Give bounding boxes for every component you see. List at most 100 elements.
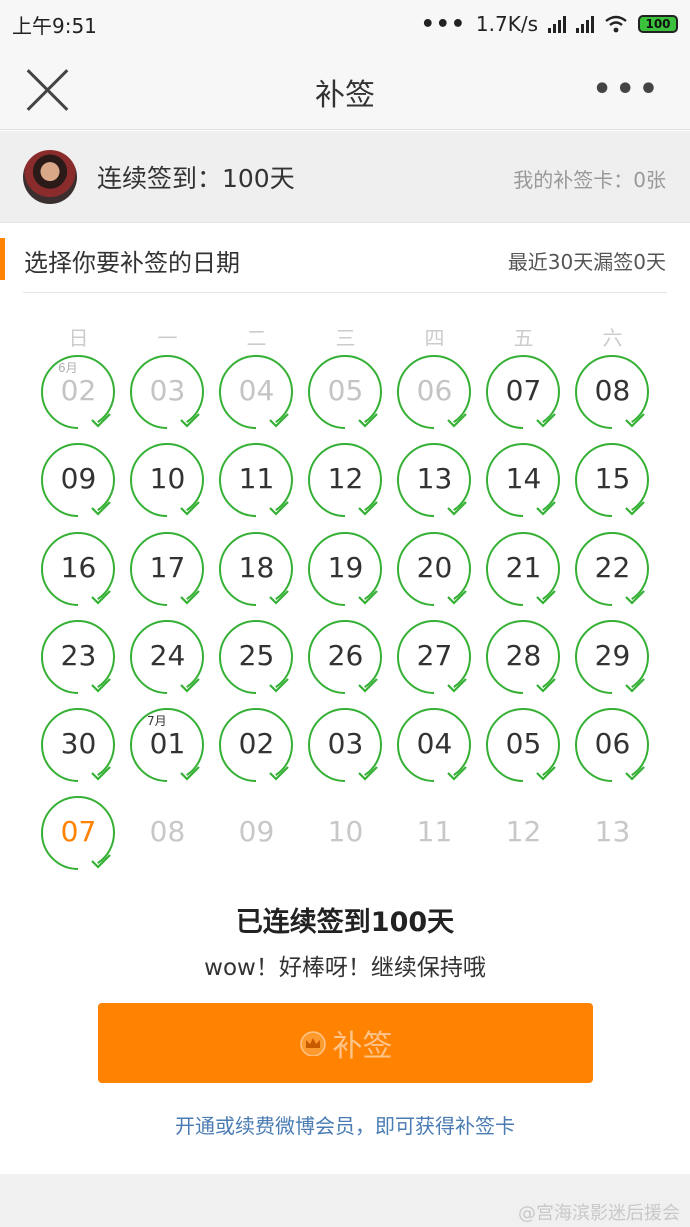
day-number: 19 xyxy=(327,550,364,584)
calendar-day[interactable]: 05 xyxy=(479,701,568,789)
calendar-grid: 6月 02 03 04 05 06 07 08 09 10 11 12 13 14 15 16 17 18 19 20… xyxy=(34,348,656,878)
day-number: 20 xyxy=(416,550,453,584)
calendar-day[interactable]: 15 xyxy=(568,436,657,524)
status-indicators: ••• 1.7K/s 100 xyxy=(421,12,678,37)
vip-link[interactable]: 开通或续费微博会员，即可获得补签卡 xyxy=(0,1110,690,1139)
calendar-day[interactable]: 19 xyxy=(301,525,390,613)
calendar-day[interactable]: 18 xyxy=(212,525,301,613)
streak-label: 连续签到：100天 xyxy=(97,164,295,193)
notification-dots-icon: ••• xyxy=(420,11,466,37)
day-number: 13 xyxy=(416,462,453,496)
calendar-day[interactable]: 21 xyxy=(479,525,568,613)
day-number: 26 xyxy=(327,638,364,672)
calendar-day[interactable]: 13 xyxy=(390,436,479,524)
day-number: 25 xyxy=(238,638,275,672)
calendar-day: 13 xyxy=(568,789,657,877)
calendar-day[interactable]: 28 xyxy=(479,613,568,701)
calendar-day[interactable]: 29 xyxy=(568,613,657,701)
calendar-day[interactable]: 04 xyxy=(390,701,479,789)
day-number: 23 xyxy=(60,638,97,672)
status-time: 上午9:51 xyxy=(12,13,97,38)
calendar-day[interactable]: 22 xyxy=(568,525,657,613)
calendar-day: 12 xyxy=(479,789,568,877)
calendar-day[interactable]: 07 xyxy=(479,348,568,436)
day-number: 09 xyxy=(60,462,97,496)
calendar-day[interactable]: 07 xyxy=(34,789,123,877)
day-number: 22 xyxy=(594,550,631,584)
day-number: 10 xyxy=(149,462,186,496)
day-number: 02 xyxy=(60,374,97,407)
day-number: 11 xyxy=(238,462,275,496)
day-number: 09 xyxy=(238,815,275,849)
calendar-day[interactable]: 12 xyxy=(301,436,390,524)
day-number: 28 xyxy=(505,638,542,672)
day-number: 21 xyxy=(505,550,542,584)
day-number: 08 xyxy=(149,815,186,849)
calendar-day[interactable]: 30 xyxy=(34,701,123,789)
result-subtitle: wow！好棒呀！继续保持哦 xyxy=(204,955,486,981)
calendar-day[interactable]: 06 xyxy=(568,701,657,789)
day-number: 06 xyxy=(416,374,453,407)
user-summary: 连续签到：100天 我的补签卡：0张 xyxy=(0,131,690,223)
makeup-button-label: 补签 xyxy=(332,1029,393,1064)
more-options-icon[interactable]: ••• xyxy=(592,72,662,107)
calendar-day[interactable]: 25 xyxy=(212,613,301,701)
crown-icon xyxy=(299,1031,326,1056)
day-number: 13 xyxy=(594,815,631,849)
calendar-day: 08 xyxy=(123,789,212,877)
calendar-day: 11 xyxy=(390,789,479,877)
calendar-day[interactable]: 04 xyxy=(212,348,301,436)
signal-icon xyxy=(548,15,566,33)
calendar-day: 09 xyxy=(212,789,301,877)
day-number: 18 xyxy=(238,550,275,584)
day-number: 10 xyxy=(327,815,364,849)
day-number: 05 xyxy=(505,727,542,761)
day-number: 08 xyxy=(594,374,631,407)
calendar-day[interactable]: 02 xyxy=(212,701,301,789)
day-number: 06 xyxy=(594,727,631,761)
day-number: 01 xyxy=(149,727,186,761)
day-number: 24 xyxy=(149,638,186,672)
calendar-day[interactable]: 6月 02 xyxy=(34,348,123,436)
calendar-day[interactable]: 06 xyxy=(390,348,479,436)
makeup-button[interactable]: 补签 xyxy=(98,1003,593,1083)
calendar-day[interactable]: 11 xyxy=(212,436,301,524)
makeup-card-count: 我的补签卡：0张 xyxy=(513,168,666,192)
calendar-day[interactable]: 7月 01 xyxy=(123,701,212,789)
day-number: 07 xyxy=(505,374,542,407)
app-header: 补签 ••• xyxy=(0,48,690,130)
day-number: 15 xyxy=(594,462,631,496)
status-bar: 上午9:51 ••• 1.7K/s 100 xyxy=(0,0,690,48)
calendar-day[interactable]: 26 xyxy=(301,613,390,701)
calendar-day[interactable]: 03 xyxy=(301,701,390,789)
wifi-icon xyxy=(605,15,627,33)
day-number: 02 xyxy=(238,727,275,761)
calendar-day[interactable]: 23 xyxy=(34,613,123,701)
day-number: 16 xyxy=(60,550,97,584)
day-number: 14 xyxy=(505,462,542,496)
calendar-day[interactable]: 10 xyxy=(123,436,212,524)
day-number: 04 xyxy=(238,374,275,407)
signal-icon-2 xyxy=(576,15,594,33)
calendar-day[interactable]: 09 xyxy=(34,436,123,524)
calendar-day[interactable]: 14 xyxy=(479,436,568,524)
battery-icon: 100 xyxy=(638,15,678,33)
calendar-day[interactable]: 17 xyxy=(123,525,212,613)
calendar-day[interactable]: 03 xyxy=(123,348,212,436)
calendar-day[interactable]: 08 xyxy=(568,348,657,436)
page-title: 补签 xyxy=(315,78,375,113)
calendar-day[interactable]: 24 xyxy=(123,613,212,701)
day-number: 12 xyxy=(505,815,542,849)
day-number: 03 xyxy=(327,727,364,761)
avatar xyxy=(23,150,77,204)
missed-info: 最近30天漏签0天 xyxy=(507,250,666,274)
day-number: 11 xyxy=(416,815,453,849)
section-title: 选择你要补签的日期 xyxy=(24,249,240,277)
calendar-day[interactable]: 05 xyxy=(301,348,390,436)
calendar-day[interactable]: 27 xyxy=(390,613,479,701)
day-number: 07 xyxy=(60,815,97,849)
day-number: 30 xyxy=(60,727,97,761)
day-number: 05 xyxy=(327,374,364,407)
calendar-day[interactable]: 16 xyxy=(34,525,123,613)
calendar-day[interactable]: 20 xyxy=(390,525,479,613)
